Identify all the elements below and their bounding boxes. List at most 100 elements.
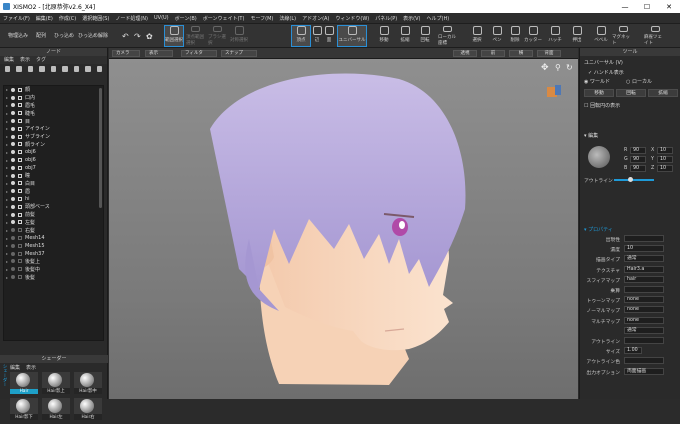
node-merge-icon[interactable] (73, 66, 80, 72)
tool-delete-button[interactable]: 削除 (506, 26, 524, 46)
tool-local-button[interactable]: ローカル座標 (438, 26, 456, 46)
visibility-icon[interactable] (11, 103, 15, 108)
shader-thumb[interactable]: Hair影中 (74, 372, 102, 394)
node-row[interactable]: ▸ 目 (4, 117, 103, 125)
node-row[interactable]: ▸ Mesh15 (4, 242, 103, 250)
camera-button[interactable]: カメラ (112, 50, 140, 57)
shader-thumb[interactable]: Hair影上 (42, 372, 70, 394)
node-row[interactable]: ▸ Mesh14 (4, 234, 103, 242)
view-perspective-tab[interactable]: 透視 (453, 50, 477, 57)
visibility-icon[interactable] (11, 212, 15, 217)
node-tab-tag[interactable]: タグ (36, 56, 46, 64)
lock-icon[interactable] (18, 150, 22, 155)
menu-item-9[interactable]: 法線(L) (279, 15, 296, 22)
visibility-icon[interactable] (11, 197, 15, 202)
menu-item-10[interactable]: アドオン(A) (302, 15, 329, 22)
visibility-icon[interactable] (11, 243, 15, 248)
menu-item-0[interactable]: ファイル(F) (3, 15, 30, 22)
property-field[interactable]: 1.00 (624, 347, 642, 355)
lock-icon[interactable] (18, 95, 22, 100)
node-row[interactable]: ▸ Mesh37 (4, 250, 103, 258)
visibility-icon[interactable] (11, 150, 15, 155)
node-row[interactable]: ▸ 左髪 (4, 219, 103, 227)
redo-icon[interactable]: ↷ (134, 32, 141, 41)
node-row[interactable]: ▸ 前髪 (4, 211, 103, 219)
local-radio[interactable]: ○ ローカル (626, 78, 652, 85)
toolbar-physics[interactable]: 物理込み (8, 32, 28, 39)
shader-thumb[interactable]: Hair影下 (10, 398, 38, 420)
lock-icon[interactable] (18, 142, 22, 147)
property-header[interactable]: ▾ プロパティ (584, 226, 613, 233)
visibility-icon[interactable] (11, 95, 15, 100)
node-row[interactable]: ▸ 後髪中 (4, 265, 103, 273)
close-button[interactable]: ✕ (658, 3, 680, 11)
tool-hair-button[interactable]: 麻雀ツェイト (644, 26, 666, 46)
visibility-icon[interactable] (11, 126, 15, 131)
g-field[interactable]: 90 (630, 156, 646, 163)
node-lock-icon[interactable] (27, 66, 34, 72)
node-row[interactable]: ▸ 頭部ベース (4, 203, 103, 211)
lock-icon[interactable] (18, 228, 22, 233)
menu-item-12[interactable]: パネル(P) (375, 15, 397, 22)
visibility-icon[interactable] (11, 134, 15, 139)
toolbar-array[interactable]: 配列 (36, 32, 46, 39)
node-row[interactable]: ▸ obj7 (4, 164, 103, 172)
node-eye-icon[interactable] (16, 66, 22, 72)
tool-hatch-button[interactable]: ハッチ (546, 26, 564, 46)
visibility-icon[interactable] (11, 173, 15, 178)
lock-icon[interactable] (18, 173, 22, 178)
zoom-icon[interactable]: ⚲ (555, 63, 561, 72)
view-back-tab[interactable]: 背面 (537, 50, 561, 57)
menu-item-11[interactable]: ウィンドウ(W) (335, 15, 369, 22)
node-row[interactable]: ▸ 口内 (4, 94, 103, 102)
display-button[interactable]: 表示 (145, 50, 173, 57)
minimize-button[interactable]: — (614, 3, 636, 11)
tool-cutter-button[interactable]: カッター (524, 26, 542, 46)
lock-icon[interactable] (18, 119, 22, 124)
b-field[interactable]: 90 (630, 165, 646, 172)
property-field[interactable] (624, 286, 664, 293)
visibility-icon[interactable] (11, 220, 15, 225)
visibility-icon[interactable] (11, 142, 15, 147)
node-row[interactable]: ▸ 顔ライン (4, 141, 103, 149)
tool-magnet-button[interactable]: マグネット (612, 26, 634, 46)
tool-scale-button[interactable]: 拡縮 (648, 89, 678, 97)
z-field[interactable]: 10 (657, 165, 673, 172)
node-tab-view[interactable]: 表示 (20, 56, 30, 64)
node-trash-icon[interactable] (96, 66, 102, 72)
tool-vertex-select-button[interactable]: 頂点範囲選択 (186, 26, 204, 46)
menu-item-8[interactable]: モーフ(M) (250, 15, 273, 22)
move-view-icon[interactable]: ✥ (541, 63, 549, 73)
visibility-icon[interactable] (11, 158, 15, 163)
property-field[interactable]: 両面描画 (624, 367, 664, 375)
shader-thumb[interactable]: Hair左 (42, 398, 70, 420)
filter-button[interactable]: フィルタ (181, 50, 217, 57)
visibility-icon[interactable] (11, 181, 15, 186)
property-field[interactable]: Hair3.a (624, 265, 664, 273)
lock-icon[interactable] (18, 189, 22, 194)
visibility-icon[interactable] (11, 228, 15, 233)
shader-tab-view[interactable]: 表示 (26, 364, 36, 371)
toolbar-hide[interactable]: ひっ込め (54, 32, 74, 39)
lock-icon[interactable] (18, 267, 22, 272)
visibility-icon[interactable] (11, 111, 15, 116)
visibility-icon[interactable] (11, 189, 15, 194)
lock-icon[interactable] (18, 181, 22, 186)
node-row[interactable]: ▸ obj6 (4, 148, 103, 156)
settings-icon[interactable]: ✿ (146, 32, 153, 41)
tool-rotate-button[interactable]: 回転 (416, 26, 434, 46)
visibility-icon[interactable] (11, 119, 15, 124)
node-row[interactable]: ▸ hi (4, 195, 103, 203)
property-field[interactable]: none (624, 296, 664, 304)
visibility-icon[interactable] (11, 236, 15, 241)
tool-select-button[interactable]: 選択 (468, 26, 486, 46)
outline-slider-thumb[interactable] (628, 177, 633, 182)
property-field[interactable]: 10 (624, 245, 664, 253)
menu-item-13[interactable]: 表示(V) (403, 15, 420, 22)
y-field[interactable]: 10 (657, 156, 673, 163)
tool-pen-button[interactable]: ペン (488, 26, 506, 46)
property-field[interactable]: hair (624, 275, 664, 283)
lock-icon[interactable] (18, 158, 22, 163)
property-field[interactable]: none (624, 316, 664, 324)
tool-brush-select-button[interactable]: ブラシ選択 (208, 26, 226, 46)
